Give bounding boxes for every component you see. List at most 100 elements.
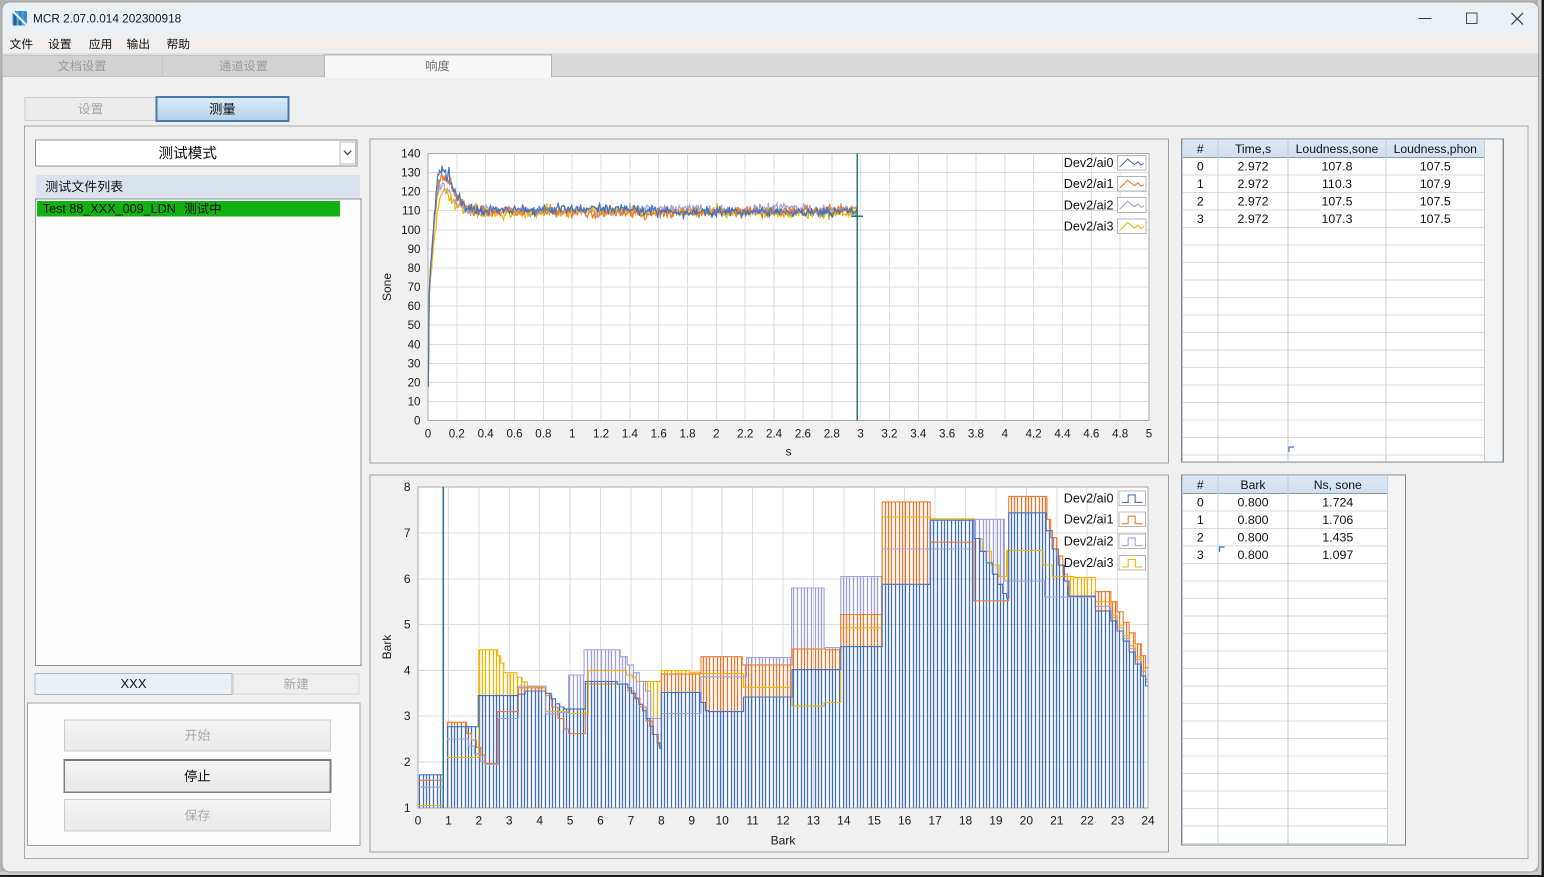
svg-text:0.800: 0.800 (1237, 531, 1268, 545)
svg-text:107.3: 107.3 (1321, 212, 1352, 226)
svg-text:7: 7 (628, 814, 635, 828)
svg-text:40: 40 (408, 338, 421, 351)
svg-text:1: 1 (1197, 513, 1204, 527)
svg-text:1.4: 1.4 (622, 428, 639, 441)
svg-text:2.4: 2.4 (766, 428, 783, 441)
svg-text:5: 5 (567, 814, 574, 828)
svg-text:1.8: 1.8 (679, 428, 695, 441)
svg-text:22: 22 (1080, 814, 1094, 828)
svg-text:8: 8 (658, 814, 665, 828)
svg-text:18: 18 (959, 814, 973, 828)
svg-text:XXX: XXX (120, 676, 146, 691)
svg-text:4.8: 4.8 (1112, 428, 1128, 441)
svg-text:#: # (1197, 142, 1204, 156)
svg-text:3.6: 3.6 (939, 428, 955, 441)
svg-text:3: 3 (506, 814, 513, 828)
svg-text:0.800: 0.800 (1237, 496, 1268, 510)
svg-text:12: 12 (776, 814, 790, 828)
svg-text:2.972: 2.972 (1237, 195, 1268, 209)
svg-text:1.097: 1.097 (1322, 548, 1353, 562)
svg-text:15: 15 (868, 814, 882, 828)
svg-text:1: 1 (569, 428, 575, 441)
svg-text:3.4: 3.4 (910, 428, 927, 441)
svg-text:1: 1 (404, 801, 411, 815)
svg-text:110.3: 110.3 (1322, 177, 1352, 191)
svg-text:3: 3 (1197, 212, 1204, 226)
svg-text:24: 24 (1141, 814, 1155, 828)
svg-text:17: 17 (928, 814, 942, 828)
svg-text:19: 19 (989, 814, 1003, 828)
svg-text:4: 4 (536, 814, 543, 828)
svg-text:Dev2/ai1: Dev2/ai1 (1064, 513, 1114, 527)
svg-text:Dev2/ai3: Dev2/ai3 (1064, 220, 1114, 234)
svg-text:Bark: Bark (771, 834, 797, 848)
svg-text:20: 20 (1020, 814, 1034, 828)
svg-text:4.2: 4.2 (1026, 428, 1042, 441)
svg-text:3: 3 (1197, 548, 1204, 562)
svg-text:Dev2/ai3: Dev2/ai3 (1064, 556, 1114, 570)
svg-text:13: 13 (807, 814, 821, 828)
svg-text:Test 88_XXX_009_LDN: Test 88_XXX_009_LDN (43, 202, 176, 216)
svg-text:50: 50 (408, 319, 421, 332)
svg-text:0: 0 (1197, 160, 1204, 174)
svg-text:6: 6 (404, 572, 411, 586)
svg-text:3.2: 3.2 (881, 428, 897, 441)
svg-text:23: 23 (1111, 814, 1125, 828)
svg-text:1.2: 1.2 (593, 428, 609, 441)
svg-text:0: 0 (425, 428, 431, 441)
svg-text:7: 7 (404, 526, 411, 540)
svg-text:Dev2/ai1: Dev2/ai1 (1064, 177, 1114, 191)
svg-text:70: 70 (408, 281, 421, 294)
svg-text:2: 2 (1197, 531, 1204, 545)
svg-text:107.8: 107.8 (1321, 160, 1352, 174)
svg-text:0: 0 (414, 415, 420, 428)
svg-text:140: 140 (401, 148, 420, 161)
svg-text:0.800: 0.800 (1237, 548, 1268, 562)
svg-text:Dev2/ai2: Dev2/ai2 (1064, 198, 1114, 212)
svg-text:10: 10 (408, 396, 421, 409)
svg-text:110: 110 (402, 205, 420, 218)
svg-text:80: 80 (408, 262, 421, 275)
svg-text:Sone: Sone (380, 273, 394, 301)
svg-text:2.972: 2.972 (1237, 160, 1268, 174)
svg-text:2: 2 (475, 814, 482, 828)
svg-text:60: 60 (408, 300, 421, 313)
svg-text:Ns, sone: Ns, sone (1314, 478, 1362, 492)
svg-text:21: 21 (1050, 814, 1064, 828)
svg-text:0.8: 0.8 (535, 428, 551, 441)
svg-text:2.6: 2.6 (795, 428, 811, 441)
svg-text:3: 3 (857, 428, 863, 441)
svg-text:4.6: 4.6 (1083, 428, 1099, 441)
svg-text:5: 5 (1146, 428, 1152, 441)
svg-text:20: 20 (408, 376, 421, 389)
svg-text:2: 2 (713, 428, 719, 441)
svg-text:Bark: Bark (1240, 478, 1266, 492)
svg-text:Dev2/ai0: Dev2/ai0 (1064, 491, 1114, 505)
svg-text:4.4: 4.4 (1054, 428, 1071, 441)
svg-text:Loudness,sone: Loudness,sone (1296, 142, 1379, 156)
svg-text:6: 6 (597, 814, 604, 828)
svg-text:4: 4 (1002, 428, 1009, 441)
svg-text:0: 0 (415, 814, 422, 828)
svg-text:1: 1 (1197, 177, 1204, 191)
svg-text:Time,s: Time,s (1235, 142, 1271, 156)
svg-text:Dev2/ai2: Dev2/ai2 (1064, 535, 1114, 549)
svg-text:0.4: 0.4 (478, 428, 495, 441)
svg-text:2: 2 (1197, 195, 1204, 209)
svg-text:MCR 2.07.0.014 202300918: MCR 2.07.0.014 202300918 (33, 12, 182, 26)
svg-text:100: 100 (401, 224, 420, 237)
svg-text:90: 90 (408, 243, 421, 256)
svg-text:107.5: 107.5 (1420, 212, 1451, 226)
svg-text:120: 120 (401, 186, 420, 199)
svg-text:5: 5 (404, 618, 411, 632)
svg-text:9: 9 (688, 814, 695, 828)
svg-text:130: 130 (401, 167, 420, 180)
svg-text:2.972: 2.972 (1237, 212, 1268, 226)
svg-text:30: 30 (408, 357, 421, 370)
svg-text:16: 16 (898, 814, 912, 828)
svg-text:107.5: 107.5 (1420, 195, 1451, 209)
svg-text:#: # (1197, 478, 1204, 492)
svg-text:14: 14 (837, 814, 851, 828)
svg-text:11: 11 (746, 814, 759, 828)
svg-text:1.6: 1.6 (651, 428, 667, 441)
